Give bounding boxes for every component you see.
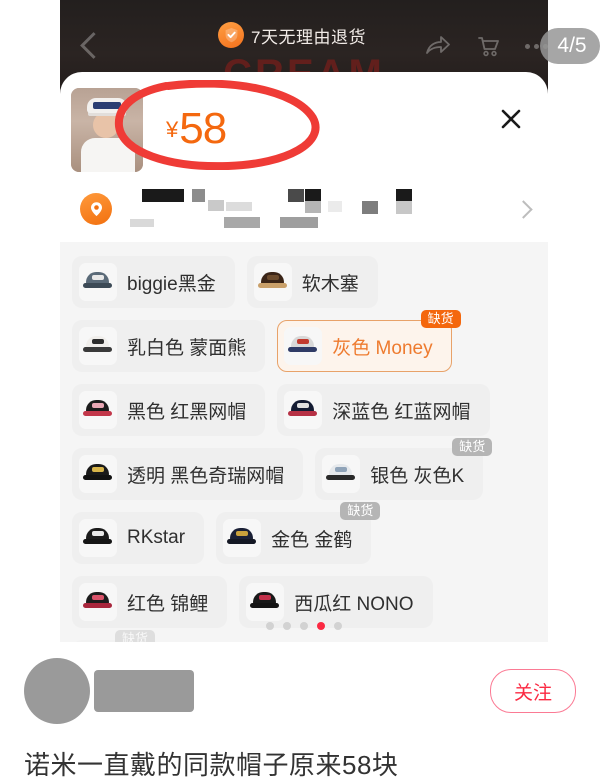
shield-check-icon	[218, 22, 244, 48]
return-policy-label: 7天无理由退货	[251, 23, 366, 48]
variant-option[interactable]: 软木塞	[247, 256, 378, 308]
variant-thumbnail	[284, 391, 322, 429]
variant-thumbnail	[254, 263, 292, 301]
shopping-cart-icon[interactable]	[475, 34, 501, 58]
variant-option-label: 银色 灰色K	[370, 461, 464, 488]
variant-options-panel: biggie黑金软木塞乳白色 蒙面熊灰色 Money缺货黑色 红黑网帽深蓝色 红…	[60, 242, 548, 642]
variant-option[interactable]: biggie黑金	[72, 256, 235, 308]
variant-option-label: 乳白色 蒙面熊	[127, 333, 246, 360]
variant-option[interactable]: 黑色 红黑网帽	[72, 384, 265, 436]
variant-option[interactable]: 透明 黑色奇瑞网帽	[72, 448, 303, 500]
page-indicator-dots	[60, 622, 548, 630]
option-row: 乳白色 蒙面熊 灰色 Money缺货	[72, 320, 536, 372]
variant-option-label: RKstar	[127, 527, 185, 549]
variant-option[interactable]: 金色 金鹤缺货	[216, 512, 371, 564]
option-row: 红色 锦鲤 西瓜红 NONO	[72, 576, 536, 628]
variant-thumbnail	[322, 455, 360, 493]
option-row: biggie黑金 软木塞	[72, 256, 536, 308]
header-actions	[425, 34, 548, 58]
redacted-shop-info	[128, 187, 517, 231]
variant-option[interactable]: RKstar	[72, 512, 204, 564]
page-counter: 4/5	[540, 28, 600, 64]
follow-button[interactable]: 关注	[490, 669, 576, 713]
page-dot[interactable]	[283, 622, 291, 630]
variant-option-label: 透明 黑色奇瑞网帽	[127, 461, 284, 488]
variant-option[interactable]: 缺货	[72, 640, 146, 642]
variant-thumbnail	[223, 519, 261, 557]
variant-option-label: 金色 金鹤	[271, 525, 352, 552]
variant-option[interactable]: 西瓜红 NONO	[239, 576, 432, 628]
sheet-header: ¥58	[60, 72, 548, 242]
option-row: 黑色 红黑网帽 深蓝色 红蓝网帽	[72, 384, 536, 436]
option-row: 透明 黑色奇瑞网帽 银色 灰色K缺货	[72, 448, 536, 500]
out-of-stock-badge: 缺货	[421, 310, 461, 328]
variant-thumbnail	[79, 327, 117, 365]
variant-thumbnail	[79, 519, 117, 557]
page-dot[interactable]	[317, 622, 325, 630]
variant-thumbnail	[246, 583, 284, 621]
share-arrow-icon[interactable]	[425, 34, 451, 58]
caption-title: 诺米一直戴的同款帽子原来58块	[24, 745, 576, 782]
out-of-stock-badge: 缺货	[452, 438, 492, 456]
location-pin-icon	[80, 193, 112, 225]
page-dot[interactable]	[300, 622, 308, 630]
variant-option-label: 黑色 红黑网帽	[127, 397, 246, 424]
page-dot[interactable]	[266, 622, 274, 630]
variant-option[interactable]: 银色 灰色K缺货	[315, 448, 483, 500]
variant-option-label: 西瓜红 NONO	[294, 589, 413, 616]
variant-option[interactable]: 乳白色 蒙面熊	[72, 320, 265, 372]
variant-thumbnail	[284, 327, 322, 365]
variant-option[interactable]: 红色 锦鲤	[72, 576, 227, 628]
return-policy-badge: 7天无理由退货	[218, 22, 366, 48]
chevron-left-icon[interactable]	[80, 32, 107, 59]
avatar[interactable]	[24, 658, 90, 724]
variant-thumbnail	[79, 583, 117, 621]
option-row: 缺货	[72, 640, 536, 642]
author-name-redacted	[94, 670, 194, 712]
chevron-right-icon[interactable]	[514, 200, 532, 218]
variant-thumbnail	[79, 263, 117, 301]
option-row: RKstar 金色 金鹤缺货	[72, 512, 536, 564]
variant-option-label: biggie黑金	[127, 269, 216, 296]
product-detail-sheet: ¥58	[60, 72, 548, 642]
variant-option-label: 灰色 Money	[332, 333, 432, 360]
page-dot[interactable]	[334, 622, 342, 630]
product-price: ¥58	[166, 104, 226, 154]
product-thumbnail[interactable]	[71, 88, 143, 172]
author-row: 关注	[0, 648, 600, 734]
price-amount: 58	[179, 104, 226, 153]
out-of-stock-badge: 缺货	[115, 630, 155, 642]
variant-thumbnail	[79, 455, 117, 493]
variant-option-label: 软木塞	[302, 269, 359, 296]
price-currency: ¥	[166, 117, 178, 142]
shop-location-row[interactable]	[60, 180, 548, 238]
variant-option-label: 红色 锦鲤	[127, 589, 208, 616]
out-of-stock-badge: 缺货	[340, 502, 380, 520]
variant-thumbnail	[79, 391, 117, 429]
close-icon[interactable]	[496, 104, 526, 134]
variant-option[interactable]: 深蓝色 红蓝网帽	[277, 384, 489, 436]
variant-option-label: 深蓝色 红蓝网帽	[332, 397, 470, 424]
variant-option[interactable]: 灰色 Money缺货	[277, 320, 451, 372]
